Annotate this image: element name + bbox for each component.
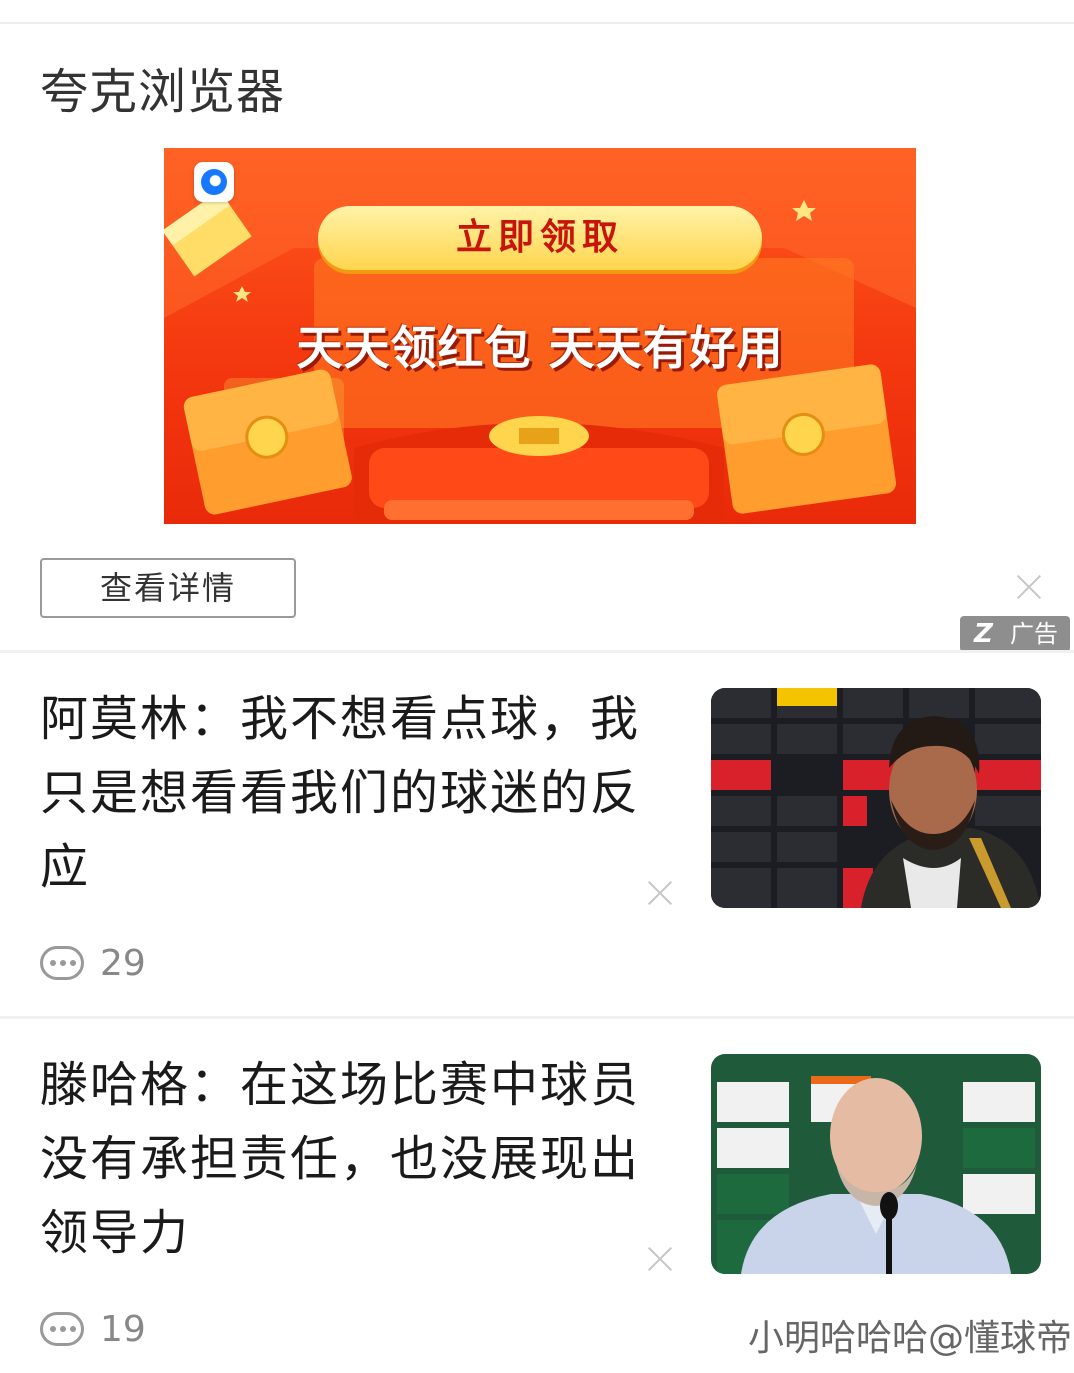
news-title[interactable]: 滕哈格：在这场比赛中球员没有承担责任，也没展现出领导力 [40, 1048, 660, 1270]
top-divider [0, 22, 1074, 24]
ad-banner[interactable]: 立即领取 天天领红包 天天有好用 [164, 148, 916, 524]
comment-icon[interactable] [40, 1312, 84, 1346]
comment-count: 19 [100, 1309, 146, 1350]
ad-badge: Z 广告 [960, 616, 1070, 652]
close-icon[interactable] [647, 1246, 673, 1272]
press-conference-photo [711, 1054, 1041, 1274]
close-icon[interactable] [1016, 574, 1042, 600]
view-details-button[interactable]: 查看详情 [40, 558, 296, 618]
claim-now-button[interactable]: 立即领取 [318, 206, 762, 270]
banner-slogan: 天天领红包 天天有好用 [296, 321, 784, 375]
comment-icon[interactable] [40, 946, 84, 980]
close-icon[interactable] [647, 880, 673, 906]
feed-divider [0, 650, 1074, 653]
comment-count: 29 [100, 943, 146, 984]
press-conference-photo [711, 688, 1041, 908]
watermark: 小明哈哈哈@懂球帝 [748, 1318, 1073, 1359]
news-thumbnail[interactable] [711, 688, 1041, 908]
news-thumbnail[interactable] [711, 1054, 1041, 1274]
feed-divider [0, 1016, 1074, 1019]
ad-badge-label: 广告 [1010, 620, 1058, 648]
ad-mark-icon: Z [974, 619, 993, 649]
ad-source-name: 夸克浏览器 [40, 64, 286, 120]
quark-logo-icon [194, 162, 234, 202]
news-title[interactable]: 阿莫林：我不想看点球，我只是想看看我们的球迷的反应 [40, 682, 660, 904]
